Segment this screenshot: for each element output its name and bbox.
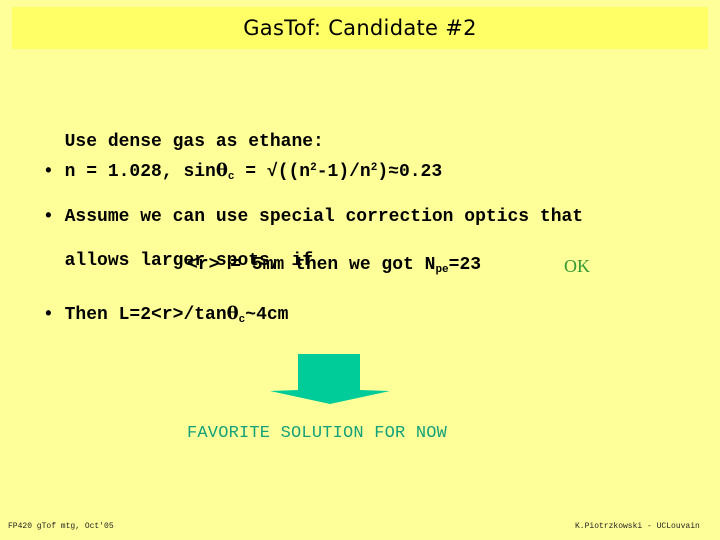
bullet: •	[43, 207, 54, 227]
intro-text: Use dense gas as ethane:	[64, 132, 324, 152]
spot-size-text: <r> = 5mm then we got N	[187, 255, 436, 275]
spot-size-line: <r> = 5mm then we got Npe=23	[187, 255, 482, 276]
theta-symbol: θ	[226, 303, 239, 324]
bullet: •	[43, 305, 54, 325]
assumption-text: Assume we can use special correction opt…	[64, 207, 584, 227]
index-text: n = 1.028, sin	[64, 162, 216, 182]
length-text: Then L=2<r>/tan	[64, 305, 227, 325]
arrow-shape	[270, 354, 390, 404]
footer-left: FP420 gTof mtg, Oct'05	[8, 522, 114, 531]
bullet: •	[43, 162, 54, 182]
superscript: 2	[310, 162, 317, 174]
npe-value: =23	[448, 255, 482, 275]
conclusion-text: FAVORITE SOLUTION FOR NOW	[187, 424, 448, 443]
ok-label: OK	[564, 256, 590, 276]
footer-right: K.Piotrzkowski - UCLouvain	[575, 522, 700, 531]
length-line: • Then L=2<r>/tanθc~4cm	[43, 303, 289, 326]
theta-symbol: θ	[215, 160, 228, 181]
refractive-index-line: • n = 1.028, sinθc = √((n2-1)/n2)≈0.23	[43, 160, 443, 183]
slide-title: GasTof: Candidate #2	[243, 16, 477, 40]
formula-part-2: -1)/n	[316, 162, 371, 182]
title-bar: GasTof: Candidate #2	[12, 7, 708, 49]
length-result: ~4cm	[245, 305, 289, 325]
npe-subscript: pe	[435, 264, 449, 276]
formula-result: )≈0.23	[377, 162, 443, 182]
down-arrow-icon	[270, 354, 390, 404]
assumption-line: • Assume we can use special correction o…	[43, 207, 583, 227]
intro-line: Use dense gas as ethane:	[43, 112, 324, 152]
formula-part-1: = √((n	[234, 162, 311, 182]
